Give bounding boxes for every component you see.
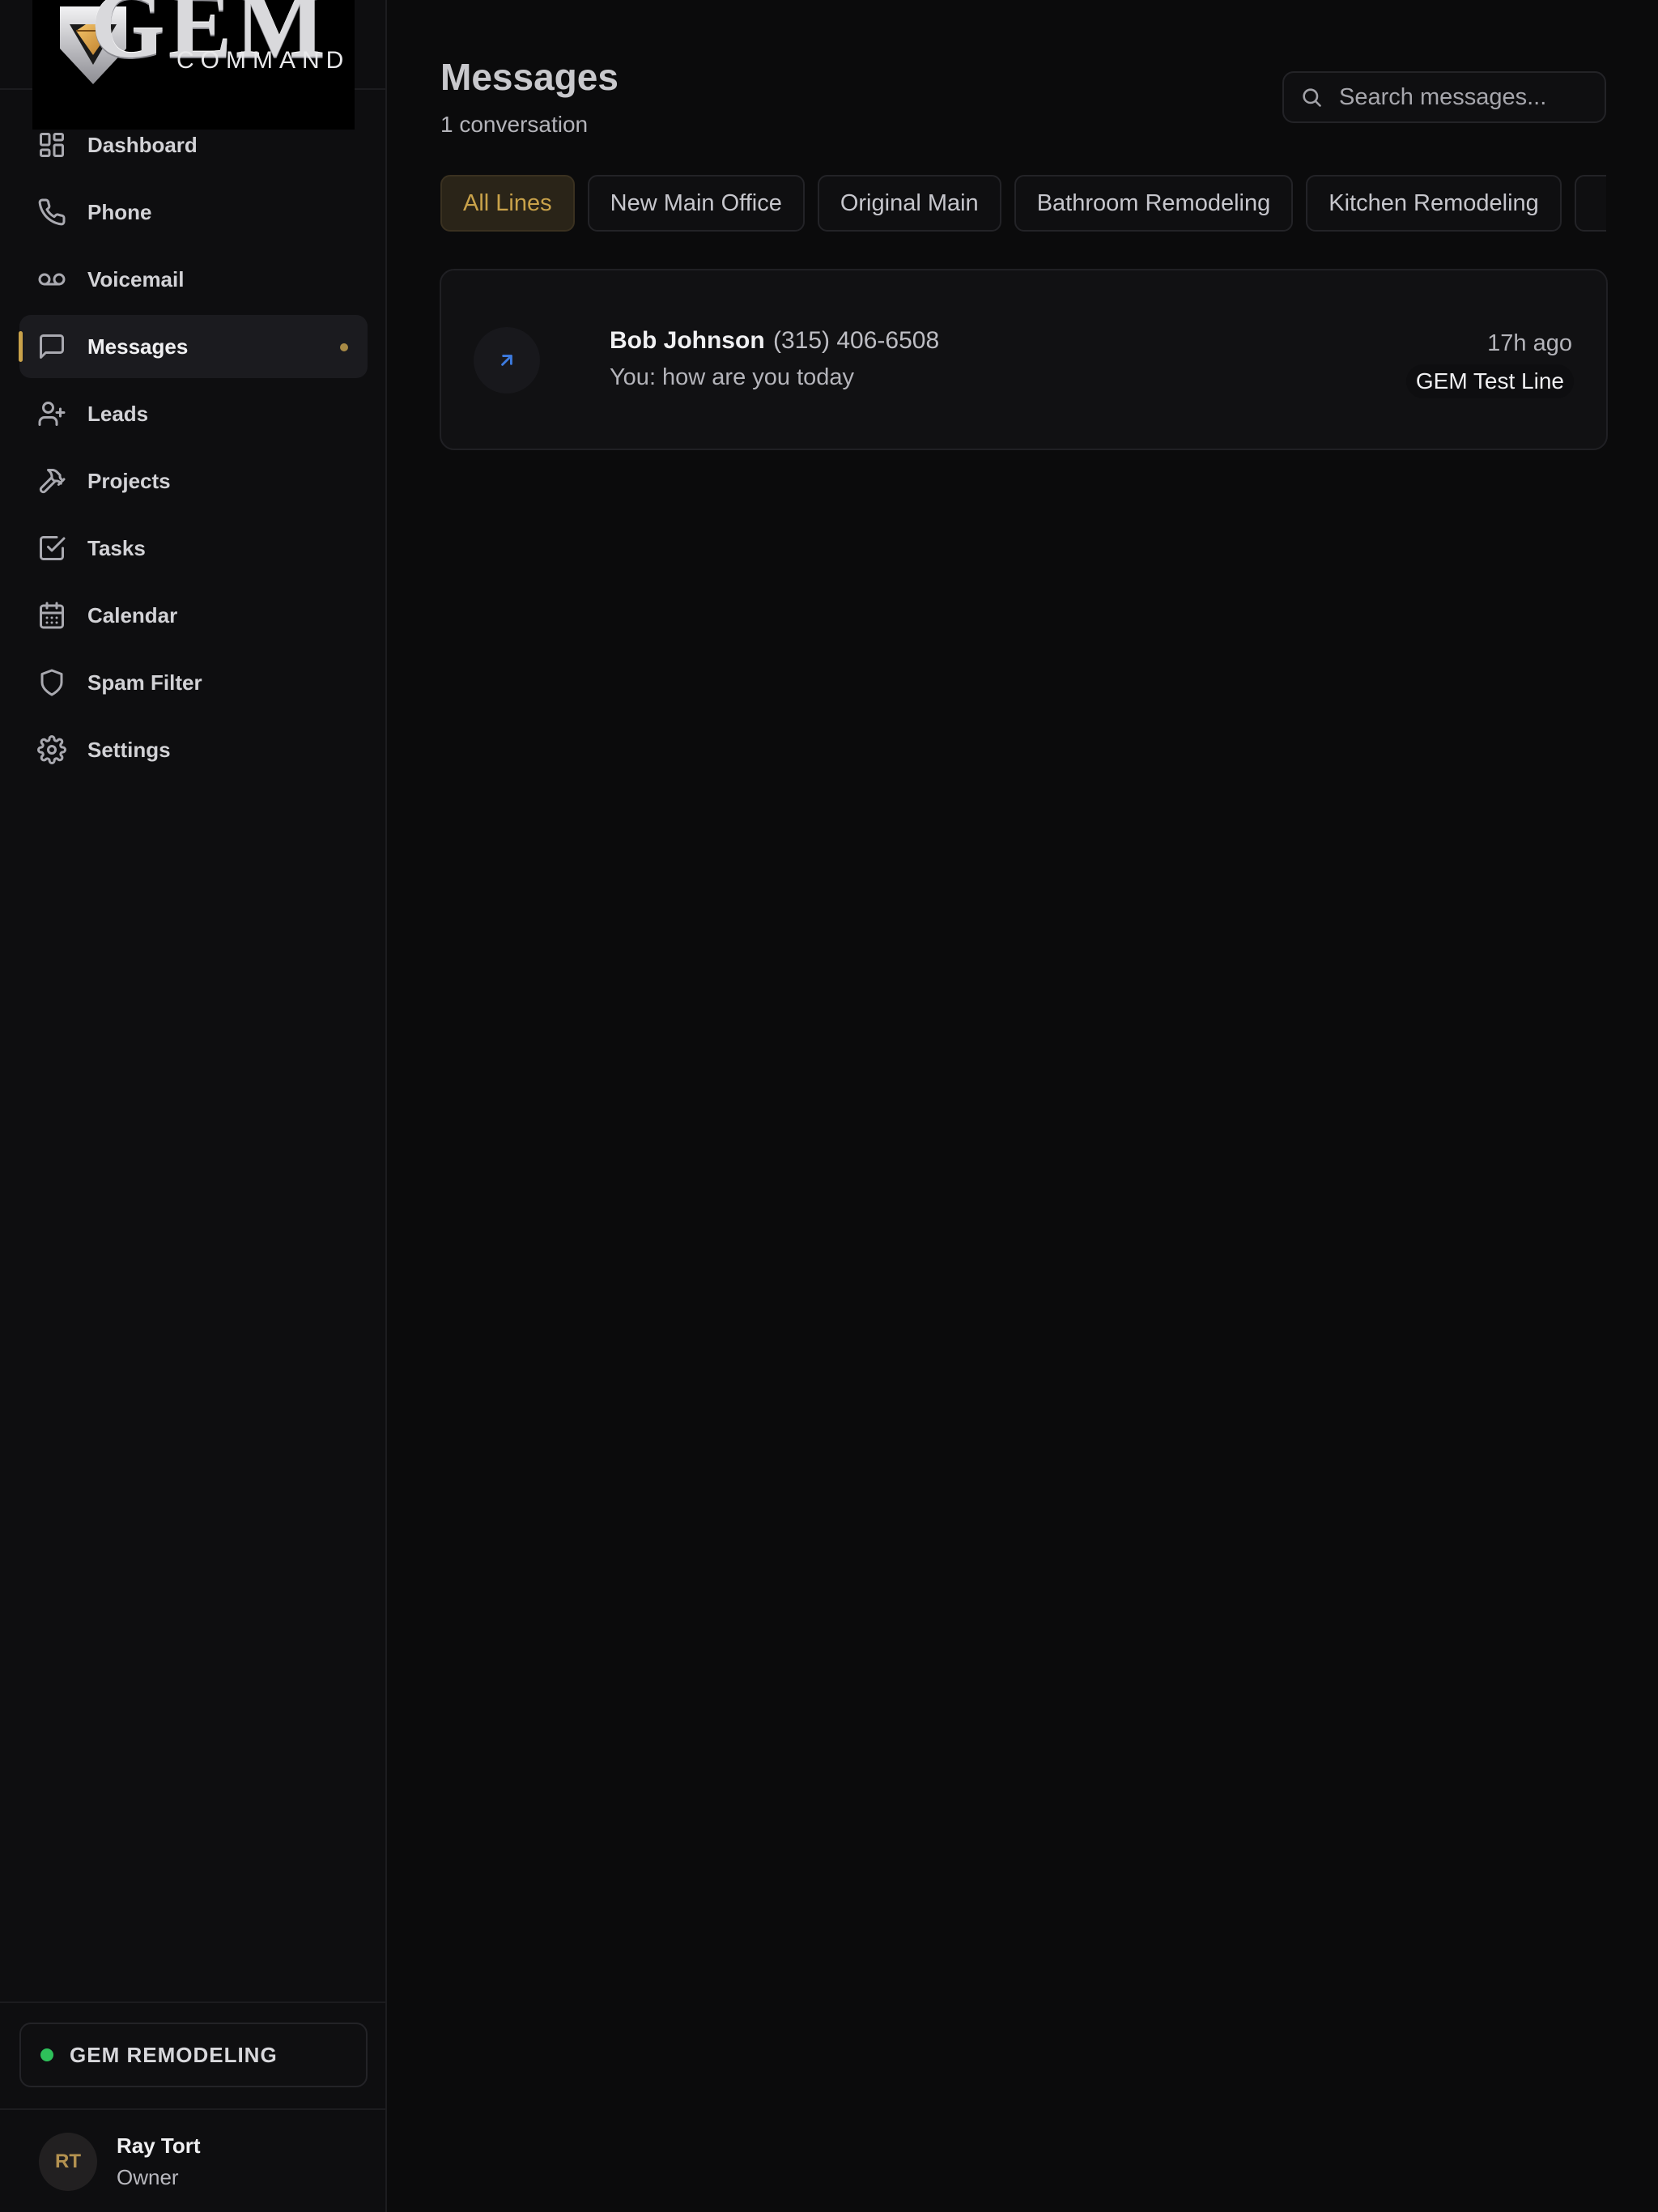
search-box[interactable]: [1282, 71, 1606, 123]
calendar-icon: [37, 601, 66, 630]
main-content: Messages 1 conversation All Lines New Ma…: [389, 0, 1658, 2212]
voicemail-icon: [37, 265, 66, 294]
tab-overflow[interactable]: [1574, 175, 1606, 232]
dashboard-icon: [37, 130, 66, 160]
page-title: Messages: [440, 56, 619, 98]
arrow-up-right-icon: [501, 355, 512, 366]
line-badge: GEM Test Line: [1405, 364, 1574, 398]
sidebar-item-label: Projects: [87, 468, 171, 493]
user-profile[interactable]: RT Ray Tort Owner: [39, 2133, 201, 2191]
phone-icon: [37, 198, 66, 227]
search-icon: [1303, 88, 1321, 107]
message-icon: [37, 332, 66, 361]
tab-bathroom-remodeling[interactable]: Bathroom Remodeling: [1014, 175, 1294, 232]
search-input[interactable]: [1339, 83, 1598, 111]
sidebar-item-label: Tasks: [87, 535, 146, 560]
gem-command-logo[interactable]: GEM COMMAND: [32, 0, 355, 130]
sidebar-nav: Dashboard Phone Voicemail Messages Leads…: [19, 113, 368, 785]
active-indicator: [19, 331, 23, 362]
user-role: Owner: [117, 2165, 179, 2189]
sidebar-item-label: Dashboard: [87, 132, 198, 157]
sidebar-item-label: Phone: [87, 199, 152, 224]
app-root: GEM COMMAND Dashboard Phone Voicemail Me…: [0, 0, 1658, 2212]
hammer-icon: [37, 466, 66, 496]
tab-all-lines[interactable]: All Lines: [440, 175, 575, 232]
line-filter-tabs: All Lines New Main Office Original Main …: [440, 175, 1606, 232]
sidebar-item-tasks[interactable]: Tasks: [19, 517, 368, 580]
tab-original-main[interactable]: Original Main: [817, 175, 1001, 232]
user-plus-icon: [37, 399, 66, 428]
sidebar-item-projects[interactable]: Projects: [19, 449, 368, 513]
shield-icon: [37, 668, 66, 697]
divider: [0, 2108, 387, 2110]
logo-area: GEM COMMAND: [0, 0, 387, 130]
sidebar-item-label: Voicemail: [87, 266, 185, 291]
sidebar-item-label: Messages: [87, 334, 189, 359]
sidebar-item-label: Calendar: [87, 602, 178, 627]
contact-name: Bob Johnson: [610, 327, 765, 354]
user-name: Ray Tort: [117, 2133, 201, 2158]
message-time: 17h ago: [1487, 330, 1572, 356]
sidebar-item-label: Leads: [87, 401, 149, 426]
direction-badge: [474, 327, 540, 393]
conversation-item[interactable]: Bob Johnson (315) 406-6508 You: how are …: [440, 269, 1608, 450]
sidebar-item-phone[interactable]: Phone: [19, 181, 368, 244]
tab-new-main-office[interactable]: New Main Office: [587, 175, 805, 232]
sidebar-item-label: Spam Filter: [87, 670, 202, 695]
unread-dot: [340, 343, 348, 351]
tab-kitchen-remodeling[interactable]: Kitchen Remodeling: [1306, 175, 1562, 232]
divider: [0, 2001, 387, 2003]
avatar: RT: [39, 2133, 97, 2191]
sidebar-item-leads[interactable]: Leads: [19, 382, 368, 445]
status-dot: [40, 2048, 53, 2061]
sidebar-item-calendar[interactable]: Calendar: [19, 584, 368, 647]
sidebar: GEM COMMAND Dashboard Phone Voicemail Me…: [0, 0, 387, 2212]
sidebar-item-dashboard[interactable]: Dashboard: [19, 113, 368, 177]
contact-phone: (315) 406-6508: [773, 327, 940, 354]
organization-switcher[interactable]: GEM REMODELING: [19, 2023, 368, 2087]
sidebar-item-voicemail[interactable]: Voicemail: [19, 248, 368, 311]
organization-name: GEM REMODELING: [70, 2042, 278, 2067]
sidebar-item-spam-filter[interactable]: Spam Filter: [19, 651, 368, 714]
message-preview: You: how are you today: [610, 364, 855, 390]
sidebar-item-settings[interactable]: Settings: [19, 718, 368, 781]
checkbox-icon: [37, 534, 66, 563]
conversation-count: 1 conversation: [440, 112, 589, 137]
logo-subtitle: COMMAND: [176, 47, 351, 74]
sidebar-item-label: Settings: [87, 737, 171, 762]
sidebar-item-messages[interactable]: Messages: [19, 315, 368, 378]
gear-icon: [37, 735, 66, 764]
